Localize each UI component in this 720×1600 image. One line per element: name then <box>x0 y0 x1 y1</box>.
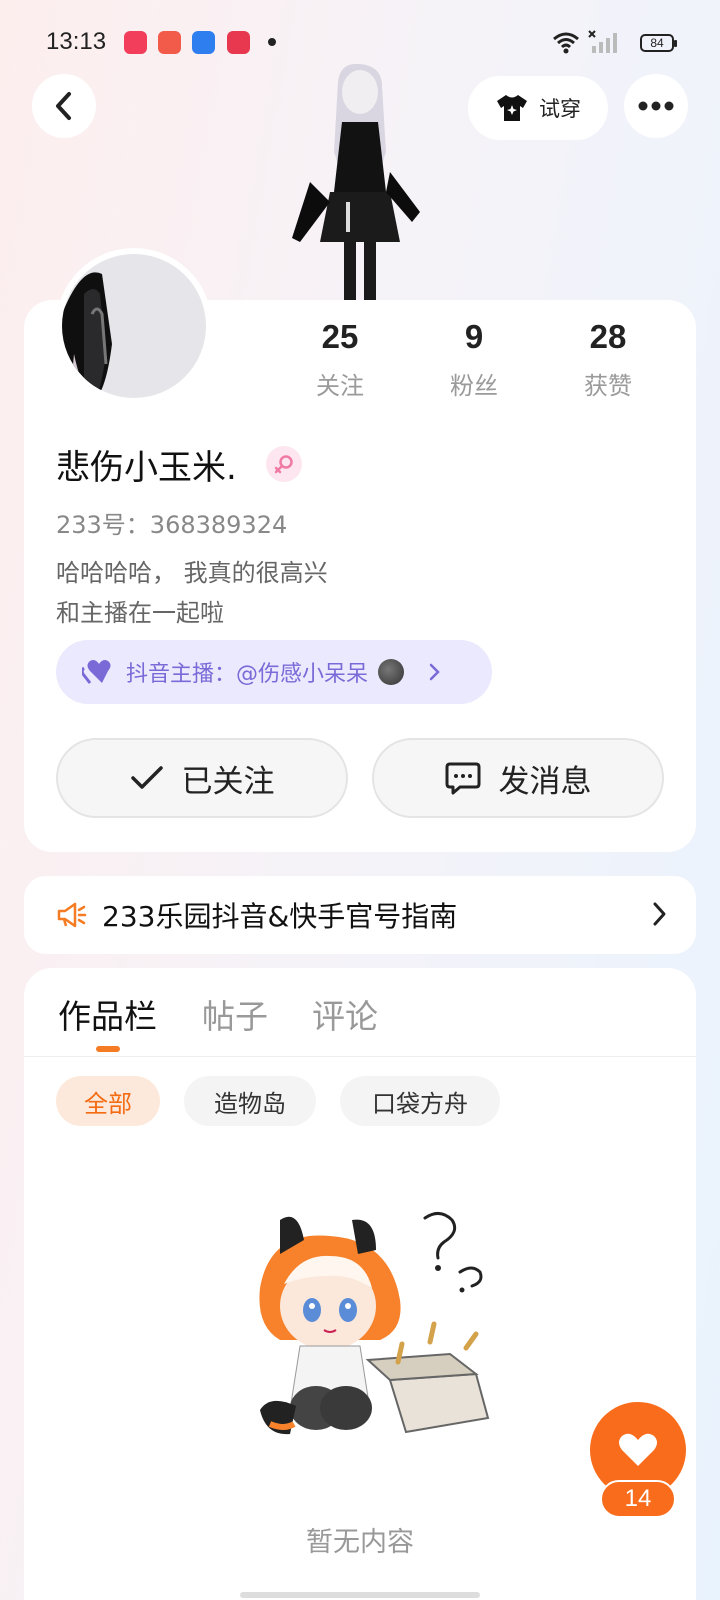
tshirt-icon <box>497 95 527 121</box>
video-app-icon <box>227 31 250 54</box>
stat-label: 粉丝 <box>450 372 498 400</box>
more-dots-icon <box>638 101 674 111</box>
stat-likes[interactable]: 28 获赞 <box>548 318 668 401</box>
female-gender-icon <box>266 446 302 482</box>
following-button[interactable]: 已关注 <box>56 738 348 818</box>
official-guide-label: 233乐园抖音&快手官号指南 <box>102 900 458 933</box>
official-guide-banner[interactable]: 233乐园抖音&快手官号指南 <box>24 876 696 954</box>
megaphone-icon <box>57 902 87 928</box>
stat-value: 28 <box>589 318 627 355</box>
avatar-image <box>62 254 206 398</box>
nickname: 悲伤小玉米. <box>56 448 237 488</box>
filter-creation-island[interactable]: 造物岛 <box>184 1076 316 1126</box>
double-heart-icon <box>82 660 111 684</box>
stat-following[interactable]: 25 关注 <box>280 318 400 401</box>
home-indicator[interactable] <box>240 1592 480 1598</box>
bio-line: 哈哈哈哈， 我真的很高兴 <box>56 559 328 587</box>
bio: 哈哈哈哈， 我真的很高兴 和主播在一起啦 <box>56 553 476 633</box>
checkmark-icon <box>130 766 163 789</box>
cellular-signal-icon <box>588 30 617 53</box>
anchor-tag[interactable]: 抖音主播：@伤感小呆呆 <box>56 640 492 704</box>
filter-all[interactable]: 全部 <box>56 1076 160 1126</box>
tab-divider <box>24 1056 696 1057</box>
status-time: 13:13 <box>46 28 107 55</box>
stat-label: 获赞 <box>584 372 632 400</box>
stat-value: 25 <box>321 318 359 355</box>
try-on-label: 试穿 <box>539 97 581 121</box>
filter-pocket-ark[interactable]: 口袋方舟 <box>340 1076 500 1126</box>
chat-bubble-icon <box>445 762 480 795</box>
empty-state-illustration <box>259 1212 490 1435</box>
stat-fans[interactable]: 9 粉丝 <box>414 318 534 401</box>
stat-value: 9 <box>464 318 484 355</box>
battery-indicator: 84 <box>640 34 677 52</box>
send-message-button[interactable]: 发消息 <box>372 738 664 818</box>
like-count-badge: 14 <box>600 1480 676 1518</box>
link-app-icon <box>192 31 215 54</box>
user-id: 233号：368389324 <box>56 511 288 539</box>
active-tab-indicator <box>96 1046 120 1052</box>
chevron-right-icon <box>429 663 440 681</box>
tab-works[interactable]: 作品栏 <box>58 990 157 1038</box>
app-notification-icon <box>124 31 147 54</box>
empty-state-text: 暂无内容 <box>306 1527 414 1558</box>
avatar[interactable] <box>56 248 212 404</box>
more-options-button[interactable] <box>624 74 688 138</box>
send-message-label: 发消息 <box>498 763 592 800</box>
back-button[interactable] <box>32 74 96 138</box>
music-app-icon <box>158 31 181 54</box>
try-on-button[interactable]: 试穿 <box>468 76 608 140</box>
tab-comments[interactable]: 评论 <box>312 990 378 1038</box>
heart-icon <box>619 1433 657 1466</box>
moon-face-icon <box>378 659 405 685</box>
chevron-left-icon <box>56 92 71 120</box>
chevron-right-icon <box>653 902 666 926</box>
anchor-tag-label: 抖音主播：@伤感小呆呆 <box>126 662 369 687</box>
stat-label: 关注 <box>316 372 364 400</box>
bio-line: 和主播在一起啦 <box>56 599 224 627</box>
following-button-label: 已关注 <box>181 763 275 800</box>
more-notifications-dot <box>268 38 276 46</box>
wifi-icon <box>553 32 579 54</box>
tab-posts[interactable]: 帖子 <box>202 990 268 1038</box>
character-avatar-image[interactable] <box>290 62 430 302</box>
